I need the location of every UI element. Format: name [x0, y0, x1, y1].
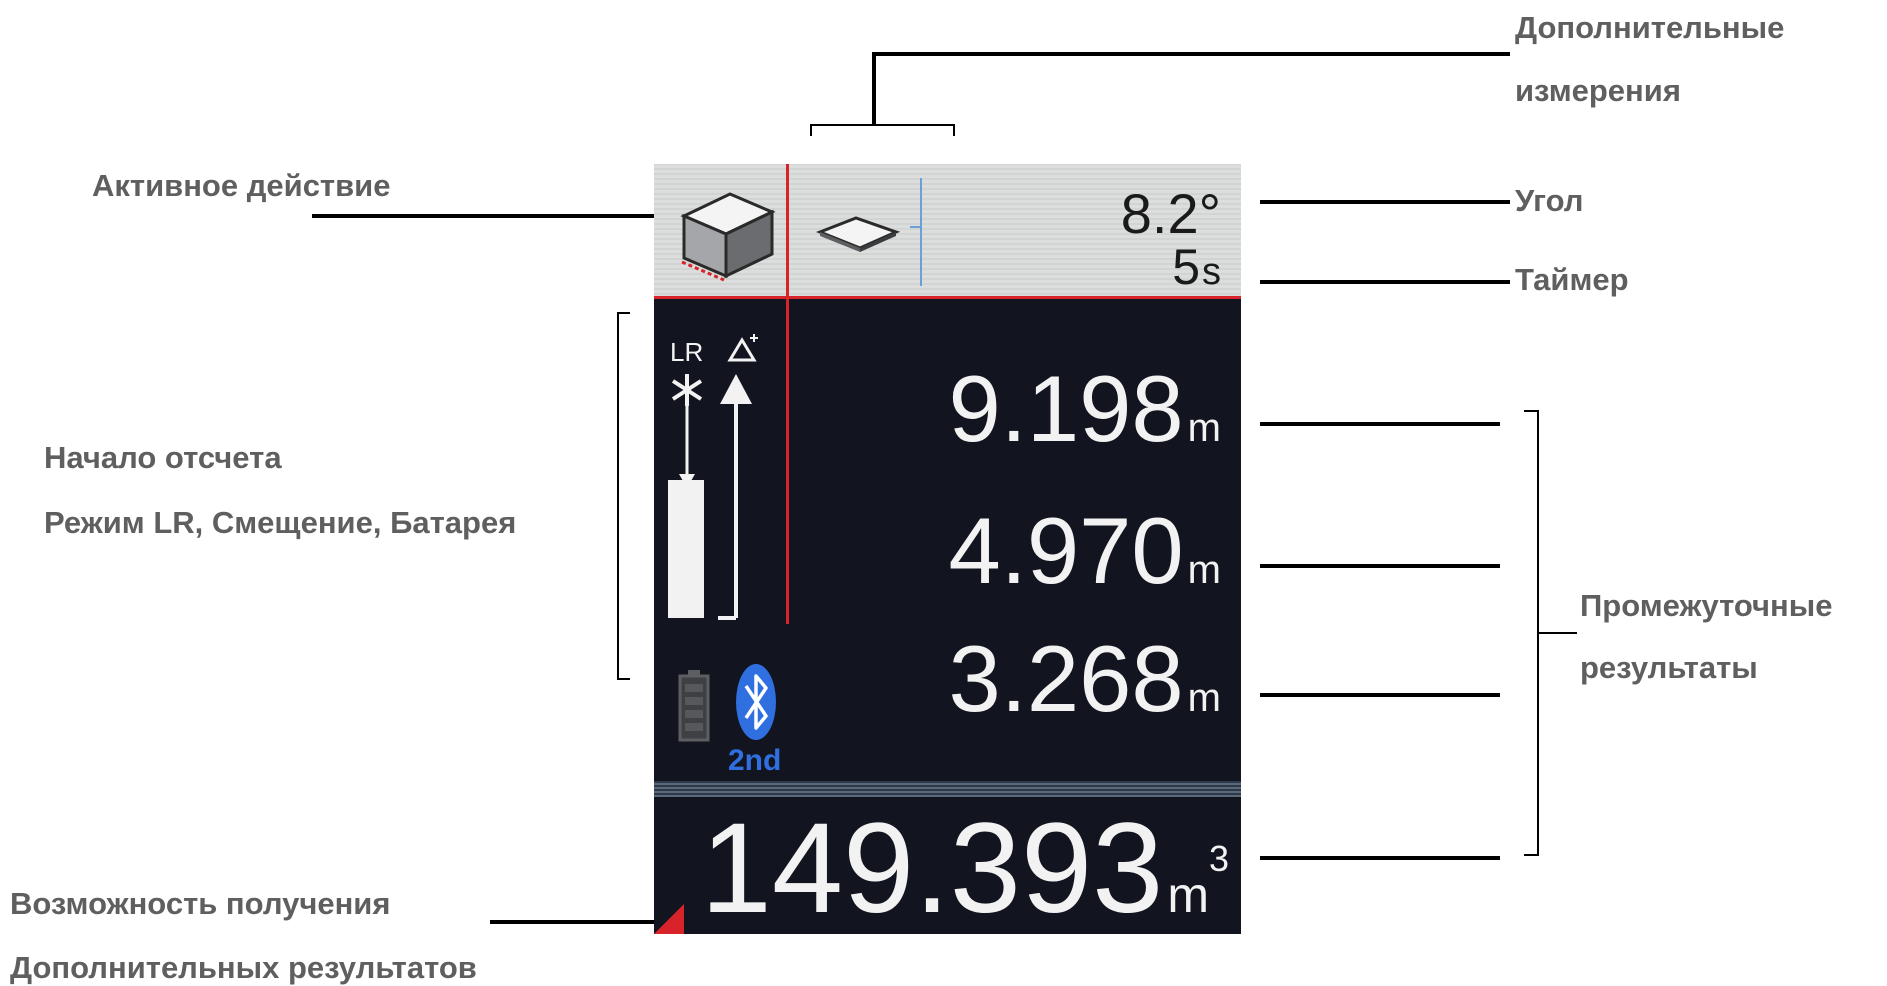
timer-unit: s — [1202, 251, 1221, 293]
angle-leader — [1260, 200, 1510, 204]
more-results-indicator — [654, 904, 684, 934]
bluetooth-icon — [736, 664, 776, 740]
intermediate-bracket-bottom — [1524, 854, 1539, 856]
main-result: 149.393m3 — [701, 804, 1229, 934]
bluetooth-label: 2nd — [728, 744, 782, 777]
timer-value: 5s — [1172, 240, 1221, 299]
main-result-leader — [1260, 856, 1500, 860]
active-action-leader — [312, 214, 654, 218]
timer-label: Таймер — [1515, 262, 1629, 297]
result-row-3: 3.268 m — [948, 624, 1221, 753]
function-separator — [920, 178, 922, 286]
result-3-value: 3.268 — [948, 626, 1184, 731]
area-measurement-icon — [816, 216, 900, 252]
angle-value: 8.2° — [1120, 182, 1221, 245]
main-result-value: 149.393 — [700, 797, 1164, 934]
main-result-exponent: 3 — [1208, 838, 1229, 879]
reference-bracket-bottom — [617, 678, 630, 680]
result-2-value: 4.970 — [948, 498, 1184, 603]
main-result-unit: m — [1167, 867, 1209, 923]
reference-arrow-icon — [718, 374, 752, 620]
result-1-unit: m — [1187, 406, 1221, 450]
result-3-leader — [1260, 693, 1500, 697]
more-results-leader — [490, 920, 654, 924]
result-2-leader — [1260, 564, 1500, 568]
crosshair-horizontal — [654, 296, 1241, 299]
result-divider — [654, 781, 1241, 797]
extra-measurements-leader-h — [872, 52, 1510, 56]
more-results-label-2: Дополнительных результатов — [10, 950, 477, 985]
extra-measurements-label-2: измерения — [1515, 73, 1681, 108]
result-row-2: 4.970 m — [948, 496, 1221, 625]
reference-label-2: Режим LR, Смещение, Батарея — [44, 505, 517, 540]
offset-icon — [727, 334, 758, 362]
more-results-label-1: Возможность получения — [10, 886, 391, 921]
device-display: 8.2° 5s LR 2nd 9.198 m 4.970 m 3.268 m 1… — [654, 164, 1241, 934]
reference-label-1: Начало отсчета — [44, 440, 282, 475]
battery-level-bar — [668, 480, 704, 618]
intermediate-label-2: результаты — [1580, 650, 1758, 685]
volume-function-icon — [680, 192, 776, 282]
result-2-unit: m — [1187, 548, 1221, 592]
function-separator-notch — [910, 226, 920, 228]
result-3-unit: m — [1187, 676, 1221, 720]
result-1-leader — [1260, 422, 1500, 426]
battery-icon — [678, 670, 710, 742]
extra-measurements-bracket-right — [953, 124, 955, 136]
lr-mode-label: LR — [670, 337, 704, 367]
reference-front-icon — [671, 374, 703, 488]
angle-label: Угол — [1515, 183, 1584, 218]
active-action-label: Активное действие — [92, 168, 391, 203]
result-row-1: 9.198 m — [948, 354, 1221, 483]
reference-bracket-top — [617, 312, 630, 314]
extra-measurements-leader-v — [872, 52, 876, 126]
intermediate-label-1: Промежуточные — [1580, 588, 1833, 623]
result-1-value: 9.198 — [948, 356, 1184, 461]
extra-measurements-bracket-h — [810, 124, 955, 126]
intermediate-bracket-top — [1524, 410, 1539, 412]
extra-measurements-bracket-left — [810, 124, 812, 136]
reference-bracket-v — [617, 312, 619, 680]
crosshair-vertical — [786, 164, 789, 624]
extra-measurements-label-1: Дополнительные — [1515, 10, 1785, 45]
intermediate-bracket-tick — [1537, 632, 1577, 634]
timer-leader — [1260, 280, 1510, 284]
timer-number: 5 — [1172, 239, 1200, 295]
